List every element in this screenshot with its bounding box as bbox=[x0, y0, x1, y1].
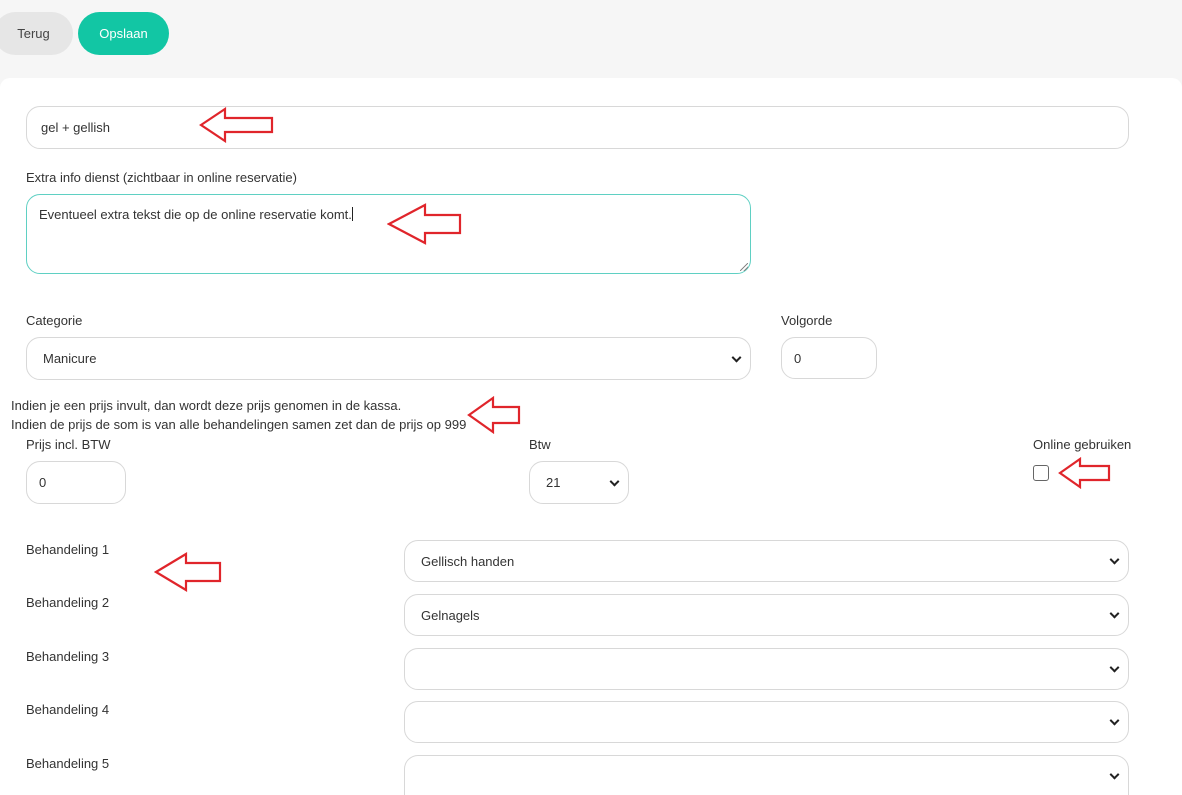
treatment-4-label: Behandeling 4 bbox=[26, 702, 110, 717]
chevron-down-icon bbox=[731, 352, 742, 363]
service-name-value: gel + gellish bbox=[41, 120, 111, 135]
price-label: Prijs incl. BTW bbox=[26, 437, 111, 452]
category-value: Manicure bbox=[43, 351, 97, 366]
treatment-1-select[interactable]: Gellisch handen bbox=[404, 540, 1129, 582]
category-label: Categorie bbox=[26, 313, 83, 328]
vat-value: 21 bbox=[546, 475, 561, 490]
treatment-5-label: Behandeling 5 bbox=[26, 756, 110, 771]
price-note-line1: Indien je een prijs invult, dan wordt de… bbox=[11, 398, 402, 413]
annotation-arrow-icon bbox=[154, 552, 222, 592]
chevron-down-icon bbox=[1109, 715, 1120, 726]
chevron-down-icon bbox=[609, 476, 620, 487]
treatment-5-select[interactable] bbox=[404, 755, 1129, 795]
treatment-1-value: Gellisch handen bbox=[421, 553, 515, 569]
order-value: 0 bbox=[794, 350, 802, 366]
price-value: 0 bbox=[39, 475, 47, 490]
text-caret bbox=[351, 207, 353, 221]
vat-select[interactable]: 21 bbox=[529, 461, 629, 504]
extra-info-value: Eventueel extra tekst die op de online r… bbox=[39, 207, 352, 222]
chevron-down-icon bbox=[1109, 662, 1120, 673]
annotation-arrow-icon bbox=[1058, 457, 1111, 489]
treatment-3-select[interactable] bbox=[404, 648, 1129, 690]
treatment-4-select[interactable] bbox=[404, 701, 1129, 743]
treatment-2-label: Behandeling 2 bbox=[26, 595, 110, 610]
treatment-2-value: Gelnagels bbox=[421, 607, 480, 623]
treatment-2-select[interactable]: Gelnagels bbox=[404, 594, 1129, 636]
category-select[interactable]: Manicure bbox=[26, 337, 751, 380]
online-checkbox[interactable] bbox=[1033, 465, 1049, 481]
annotation-arrow-icon bbox=[199, 107, 274, 143]
annotation-arrow-icon bbox=[467, 396, 521, 434]
price-input[interactable]: 0 bbox=[26, 461, 126, 504]
price-note-line2: Indien de prijs de som is van alle behan… bbox=[11, 417, 467, 432]
annotation-arrow-icon bbox=[387, 203, 462, 245]
order-label: Volgorde bbox=[781, 313, 833, 328]
order-input[interactable]: 0 bbox=[781, 337, 877, 379]
vat-label: Btw bbox=[529, 437, 551, 452]
back-button[interactable]: Terug bbox=[0, 12, 73, 55]
service-name-input[interactable]: gel + gellish bbox=[26, 106, 1129, 149]
treatment-1-label: Behandeling 1 bbox=[26, 542, 110, 557]
save-button[interactable]: Opslaan bbox=[78, 12, 169, 55]
resize-grip-icon[interactable] bbox=[740, 263, 748, 271]
chevron-down-icon bbox=[1109, 554, 1120, 565]
chevron-down-icon bbox=[1109, 769, 1120, 780]
extra-info-label: Extra info dienst (zichtbaar in online r… bbox=[26, 170, 297, 185]
chevron-down-icon bbox=[1109, 608, 1120, 619]
online-label: Online gebruiken bbox=[1033, 437, 1132, 452]
treatment-3-label: Behandeling 3 bbox=[26, 649, 110, 664]
